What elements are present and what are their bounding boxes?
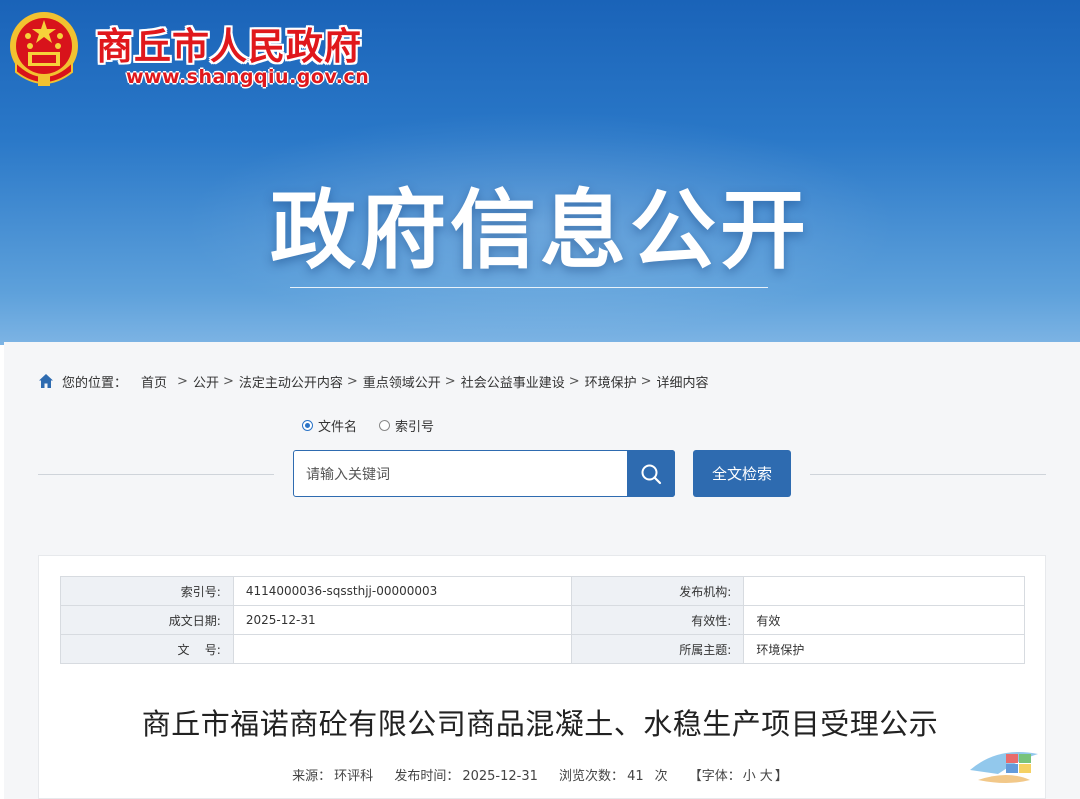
meta-label-doc-number: 文 号: [60, 634, 234, 664]
breadcrumb-item-statutory[interactable]: 法定主动公开内容 [239, 372, 343, 391]
table-row: 文 号: 所属主题: 环境保护 [60, 634, 1025, 664]
radio-filename-circle[interactable] [302, 420, 313, 431]
publish-label: 发布时间： [394, 769, 460, 784]
breadcrumb-separator: > [222, 373, 234, 389]
search-box [293, 450, 675, 498]
font-size-control: 【字体：小大】 [689, 769, 788, 784]
banner-title: 政府信息公开 [270, 181, 810, 281]
document-meta-table: 索引号: 4114000036-sqssthjj-00000003 发布机构: … [60, 576, 1025, 664]
home-icon [39, 374, 53, 388]
site-url[interactable]: www.shangqiu.gov.cn [126, 66, 369, 88]
breadcrumb-item-public[interactable]: 公开 [193, 372, 219, 391]
meta-value-date: 2025-12-31 [232, 605, 572, 635]
meta-label-index: 索引号: [60, 576, 234, 606]
breadcrumb-item-key-areas[interactable]: 重点领域公开 [363, 372, 441, 391]
divider-right [810, 474, 1046, 475]
breadcrumb-item-public-welfare[interactable]: 社会公益事业建设 [461, 372, 565, 391]
banner-underline [290, 287, 768, 288]
meta-label-topic: 所属主题: [570, 634, 745, 664]
font-size-label: 【字体： [688, 769, 741, 784]
breadcrumb-item-environment[interactable]: 环境保护 [585, 372, 637, 391]
meta-value-index: 4114000036-sqssthjj-00000003 [232, 576, 572, 606]
source-label: 来源： [292, 769, 332, 784]
document-info-line: 来源： 环评科 发布时间： 2025-12-31 浏览次数： 41 次 【字体：小大】 [0, 765, 1080, 784]
source-value: 环评科 [334, 769, 374, 784]
table-row: 索引号: 4114000036-sqssthjj-00000003 发布机构: [60, 576, 1025, 606]
fulltext-search-button[interactable]: 全文检索 [693, 450, 791, 497]
meta-value-publisher [743, 576, 1025, 606]
meta-label-date: 成文日期: [60, 605, 234, 635]
breadcrumb-separator: > [444, 373, 456, 389]
views-label: 浏览次数： [559, 769, 625, 784]
meta-label-publisher: 发布机构: [570, 576, 745, 606]
views-unit: 次 [654, 769, 668, 784]
breadcrumb-separator: > [177, 373, 188, 389]
radio-index-number-label: 索引号 [395, 420, 435, 435]
meta-value-topic: 环境保护 [743, 634, 1025, 664]
breadcrumb-separator: > [568, 373, 580, 389]
radio-index-number-circle[interactable] [379, 420, 391, 431]
search-button[interactable] [627, 450, 675, 497]
search-icon [641, 464, 662, 484]
table-row: 成文日期: 2025-12-31 有效性: 有效 [60, 605, 1025, 635]
meta-label-validity: 有效性: [570, 605, 745, 635]
font-small-link[interactable]: 小 [743, 769, 756, 784]
watermark-logo-icon [970, 752, 1038, 783]
views-count: 41 [627, 769, 644, 784]
breadcrumb-separator: > [346, 373, 358, 389]
radio-filename[interactable]: 文件名 [302, 416, 357, 435]
breadcrumb: 您的位置： 首页 > 公开 > 法定主动公开内容 > 重点领域公开 > 社会公益… [38, 372, 713, 391]
breadcrumb-separator: > [640, 373, 652, 389]
national-emblem-icon [10, 12, 78, 86]
divider-left [38, 474, 274, 475]
header-banner: 商丘市人民政府 www.shangqiu.gov.cn 政府信息公开 [0, 0, 1080, 345]
radio-index-number[interactable]: 索引号 [379, 416, 434, 435]
breadcrumb-item-home[interactable]: 首页 [141, 372, 167, 391]
radio-filename-label: 文件名 [318, 420, 358, 435]
search-type-options: 文件名 索引号 [302, 416, 456, 435]
font-large-link[interactable]: 大 [760, 769, 773, 784]
publish-time: 2025-12-31 [462, 769, 538, 784]
site-name[interactable]: 商丘市人民政府 [96, 16, 362, 70]
breadcrumb-label: 您的位置： [62, 375, 128, 391]
document-title: 商丘市福诺商砼有限公司商品混凝土、水稳生产项目受理公示 [141, 707, 939, 741]
meta-value-validity: 有效 [743, 605, 1025, 635]
search-input[interactable] [304, 451, 628, 498]
meta-value-doc-number [232, 634, 572, 664]
breadcrumb-item-detail: 详细内容 [656, 375, 709, 391]
font-size-close: 】 [774, 769, 788, 784]
